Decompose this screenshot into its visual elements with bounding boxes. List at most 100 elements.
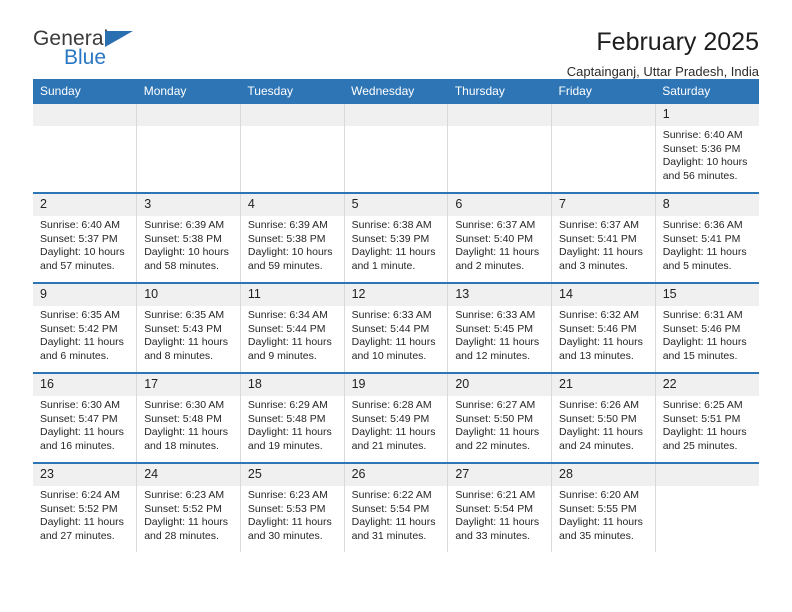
day-cell-inner: 12 Sunrise: 6:33 AM Sunset: 5:44 PM Dayligh… (344, 284, 448, 372)
sunrise-text: Sunrise: 6:33 AM (351, 309, 432, 322)
calendar-day-cell[interactable]: 16 Sunrise: 6:30 AM Sunset: 5:47 PM Dayligh… (33, 372, 137, 463)
sunset-text: Sunset: 5:37 PM (40, 232, 118, 245)
sunset-text: Sunset: 5:44 PM (351, 322, 430, 335)
calendar-day-cell[interactable]: 23 Sunrise: 6:24 AM Sunset: 5:52 PM Dayligh… (33, 462, 137, 552)
daylight-text: Daylight: 11 hours and 19 minutes. (247, 426, 332, 452)
calendar-day-cell[interactable]: 20 Sunrise: 6:27 AM Sunset: 5:50 PM Dayligh… (447, 372, 552, 463)
sunset-text: Sunset: 5:42 PM (40, 322, 118, 335)
day-cell-inner: 27 Sunrise: 6:21 AM Sunset: 5:54 PM Dayligh… (448, 464, 552, 552)
day-details: Sunrise: 6:26 AM Sunset: 5:50 PM Daylight:… (552, 396, 655, 453)
calendar-day-cell[interactable]: 2 Sunrise: 6:40 AM Sunset: 5:37 PM Daylight… (33, 192, 137, 283)
sunset-text: Sunset: 5:45 PM (455, 322, 533, 335)
day-cell-inner (344, 104, 448, 192)
daylight-text: Daylight: 11 hours and 21 minutes. (351, 426, 436, 452)
day-details: Sunrise: 6:40 AM Sunset: 5:37 PM Daylight:… (33, 216, 136, 273)
day-number: 16 (33, 374, 137, 397)
day-details: Sunrise: 6:32 AM Sunset: 5:46 PM Daylight:… (552, 306, 655, 363)
sunset-text: Sunset: 5:53 PM (247, 502, 326, 515)
calendar-day-cell[interactable]: 6 Sunrise: 6:37 AM Sunset: 5:40 PM Daylight… (447, 192, 552, 283)
sunrise-text: Sunrise: 6:25 AM (662, 399, 743, 412)
day-details: Sunrise: 6:37 AM Sunset: 5:41 PM Daylight:… (552, 216, 655, 273)
daylight-text: Daylight: 11 hours and 15 minutes. (662, 336, 747, 362)
calendar-day-cell[interactable]: 21 Sunrise: 6:26 AM Sunset: 5:50 PM Dayligh… (551, 372, 656, 463)
calendar-day-cell-empty (551, 104, 656, 193)
calendar-day-cell[interactable]: 28 Sunrise: 6:20 AM Sunset: 5:55 PM Dayligh… (551, 462, 656, 552)
title-block: February 2025 Captainganj, Uttar Pradesh… (567, 28, 759, 80)
calendar-day-cell[interactable]: 25 Sunrise: 6:23 AM Sunset: 5:53 PM Dayligh… (239, 462, 345, 552)
weekday-header-saturday: Saturday (655, 79, 759, 104)
sunrise-text: Sunrise: 6:30 AM (40, 399, 120, 412)
day-cell-inner: 7 Sunrise: 6:37 AM Sunset: 5:41 PM Daylight… (552, 194, 655, 282)
calendar-day-cell[interactable]: 14 Sunrise: 6:32 AM Sunset: 5:46 PM Dayligh… (551, 282, 656, 373)
sunset-text: Sunset: 5:46 PM (559, 322, 637, 335)
day-number: 17 (137, 374, 240, 397)
day-cell-inner (240, 104, 344, 192)
weekday-header-friday: Friday (551, 79, 656, 104)
day-number: 1 (655, 104, 759, 127)
calendar-day-cell[interactable]: 8 Sunrise: 6:36 AM Sunset: 5:41 PM Daylight… (654, 192, 759, 283)
day-number: 8 (655, 194, 759, 217)
sunrise-text: Sunrise: 6:30 AM (144, 399, 225, 412)
day-details: Sunrise: 6:39 AM Sunset: 5:38 PM Daylight:… (137, 216, 240, 273)
sunrise-text: Sunrise: 6:24 AM (40, 489, 120, 502)
calendar-day-cell[interactable]: 9 Sunrise: 6:35 AM Sunset: 5:42 PM Daylight… (33, 282, 137, 373)
calendar-day-cell[interactable]: 3 Sunrise: 6:39 AM Sunset: 5:38 PM Daylight… (136, 192, 241, 283)
calendar-day-cell[interactable]: 24 Sunrise: 6:23 AM Sunset: 5:52 PM Dayligh… (136, 462, 241, 552)
sunrise-text: Sunrise: 6:39 AM (247, 219, 328, 232)
calendar-day-cell[interactable]: 18 Sunrise: 6:29 AM Sunset: 5:48 PM Dayligh… (239, 372, 345, 463)
day-number: 13 (448, 284, 552, 307)
daylight-text: Daylight: 11 hours and 16 minutes. (40, 426, 124, 452)
day-number (344, 104, 448, 126)
day-number: 12 (344, 284, 448, 307)
sunrise-text: Sunrise: 6:23 AM (144, 489, 225, 502)
calendar-day-cell[interactable]: 13 Sunrise: 6:33 AM Sunset: 5:45 PM Dayligh… (447, 282, 552, 373)
day-details: Sunrise: 6:23 AM Sunset: 5:53 PM Daylight:… (241, 486, 344, 543)
day-number: 11 (240, 284, 344, 307)
day-number: 28 (552, 464, 655, 487)
day-cell-inner: 1 Sunrise: 6:40 AM Sunset: 5:36 PM Daylight… (655, 104, 759, 192)
day-number: 27 (448, 464, 552, 487)
day-details: Sunrise: 6:35 AM Sunset: 5:42 PM Daylight:… (33, 306, 136, 363)
calendar-day-cell[interactable]: 19 Sunrise: 6:28 AM Sunset: 5:49 PM Dayligh… (343, 372, 448, 463)
sunset-text: Sunset: 5:48 PM (144, 412, 222, 425)
daylight-text: Daylight: 10 hours and 57 minutes. (40, 246, 125, 272)
daylight-text: Daylight: 11 hours and 28 minutes. (144, 516, 229, 542)
calendar-day-cell[interactable]: 11 Sunrise: 6:34 AM Sunset: 5:44 PM Dayligh… (239, 282, 345, 373)
calendar-day-cell[interactable]: 12 Sunrise: 6:33 AM Sunset: 5:44 PM Dayligh… (343, 282, 448, 373)
calendar-day-cell[interactable]: 10 Sunrise: 6:35 AM Sunset: 5:43 PM Dayligh… (136, 282, 241, 373)
sunset-text: Sunset: 5:38 PM (247, 232, 326, 245)
daylight-text: Daylight: 11 hours and 25 minutes. (662, 426, 747, 452)
calendar-day-cell[interactable]: 7 Sunrise: 6:37 AM Sunset: 5:41 PM Daylight… (551, 192, 656, 283)
calendar-week-row: 23 Sunrise: 6:24 AM Sunset: 5:52 PM Dayligh… (33, 462, 759, 552)
weekday-header-row: Sunday Monday Tuesday Wednesday Thursday… (33, 79, 759, 104)
day-details: Sunrise: 6:20 AM Sunset: 5:55 PM Daylight:… (552, 486, 655, 543)
sunrise-text: Sunrise: 6:23 AM (247, 489, 328, 502)
day-cell-inner: 13 Sunrise: 6:33 AM Sunset: 5:45 PM Dayligh… (448, 284, 552, 372)
sunrise-text: Sunrise: 6:40 AM (40, 219, 120, 232)
calendar-day-cell[interactable]: 4 Sunrise: 6:39 AM Sunset: 5:38 PM Daylight… (239, 192, 345, 283)
day-details: Sunrise: 6:27 AM Sunset: 5:50 PM Daylight:… (448, 396, 551, 453)
calendar-day-cell[interactable]: 15 Sunrise: 6:31 AM Sunset: 5:46 PM Dayligh… (654, 282, 759, 373)
day-details: Sunrise: 6:40 AM Sunset: 5:36 PM Daylight:… (656, 126, 759, 183)
calendar-day-cell[interactable]: 5 Sunrise: 6:38 AM Sunset: 5:39 PM Daylight… (343, 192, 448, 283)
day-details: Sunrise: 6:39 AM Sunset: 5:38 PM Daylight:… (241, 216, 344, 273)
sunset-text: Sunset: 5:52 PM (144, 502, 222, 515)
calendar-day-cell[interactable]: 27 Sunrise: 6:21 AM Sunset: 5:54 PM Dayligh… (447, 462, 552, 552)
calendar-day-cell[interactable]: 17 Sunrise: 6:30 AM Sunset: 5:48 PM Dayligh… (136, 372, 241, 463)
calendar-day-cell[interactable]: 26 Sunrise: 6:22 AM Sunset: 5:54 PM Dayligh… (343, 462, 448, 552)
day-details: Sunrise: 6:30 AM Sunset: 5:48 PM Daylight:… (137, 396, 240, 453)
day-cell-inner: 18 Sunrise: 6:29 AM Sunset: 5:48 PM Dayligh… (240, 374, 344, 462)
sunset-text: Sunset: 5:49 PM (351, 412, 430, 425)
calendar-day-cell-empty (654, 462, 759, 552)
page-header: General Blue February 2025 Captainganj, … (33, 0, 759, 79)
daylight-text: Daylight: 11 hours and 22 minutes. (455, 426, 540, 452)
day-cell-inner: 9 Sunrise: 6:35 AM Sunset: 5:42 PM Daylight… (33, 284, 137, 372)
calendar-day-cell[interactable]: 22 Sunrise: 6:25 AM Sunset: 5:51 PM Dayligh… (654, 372, 759, 463)
sunrise-text: Sunrise: 6:34 AM (247, 309, 328, 322)
sunrise-text: Sunrise: 6:33 AM (455, 309, 536, 322)
calendar-page: General Blue February 2025 Captainganj, … (0, 0, 792, 612)
generalblue-logo[interactable]: General Blue (33, 28, 153, 72)
sunrise-text: Sunrise: 6:37 AM (559, 219, 639, 232)
calendar-day-cell[interactable]: 1 Sunrise: 6:40 AM Sunset: 5:36 PM Daylight… (654, 104, 759, 193)
daylight-text: Daylight: 10 hours and 59 minutes. (247, 246, 333, 272)
